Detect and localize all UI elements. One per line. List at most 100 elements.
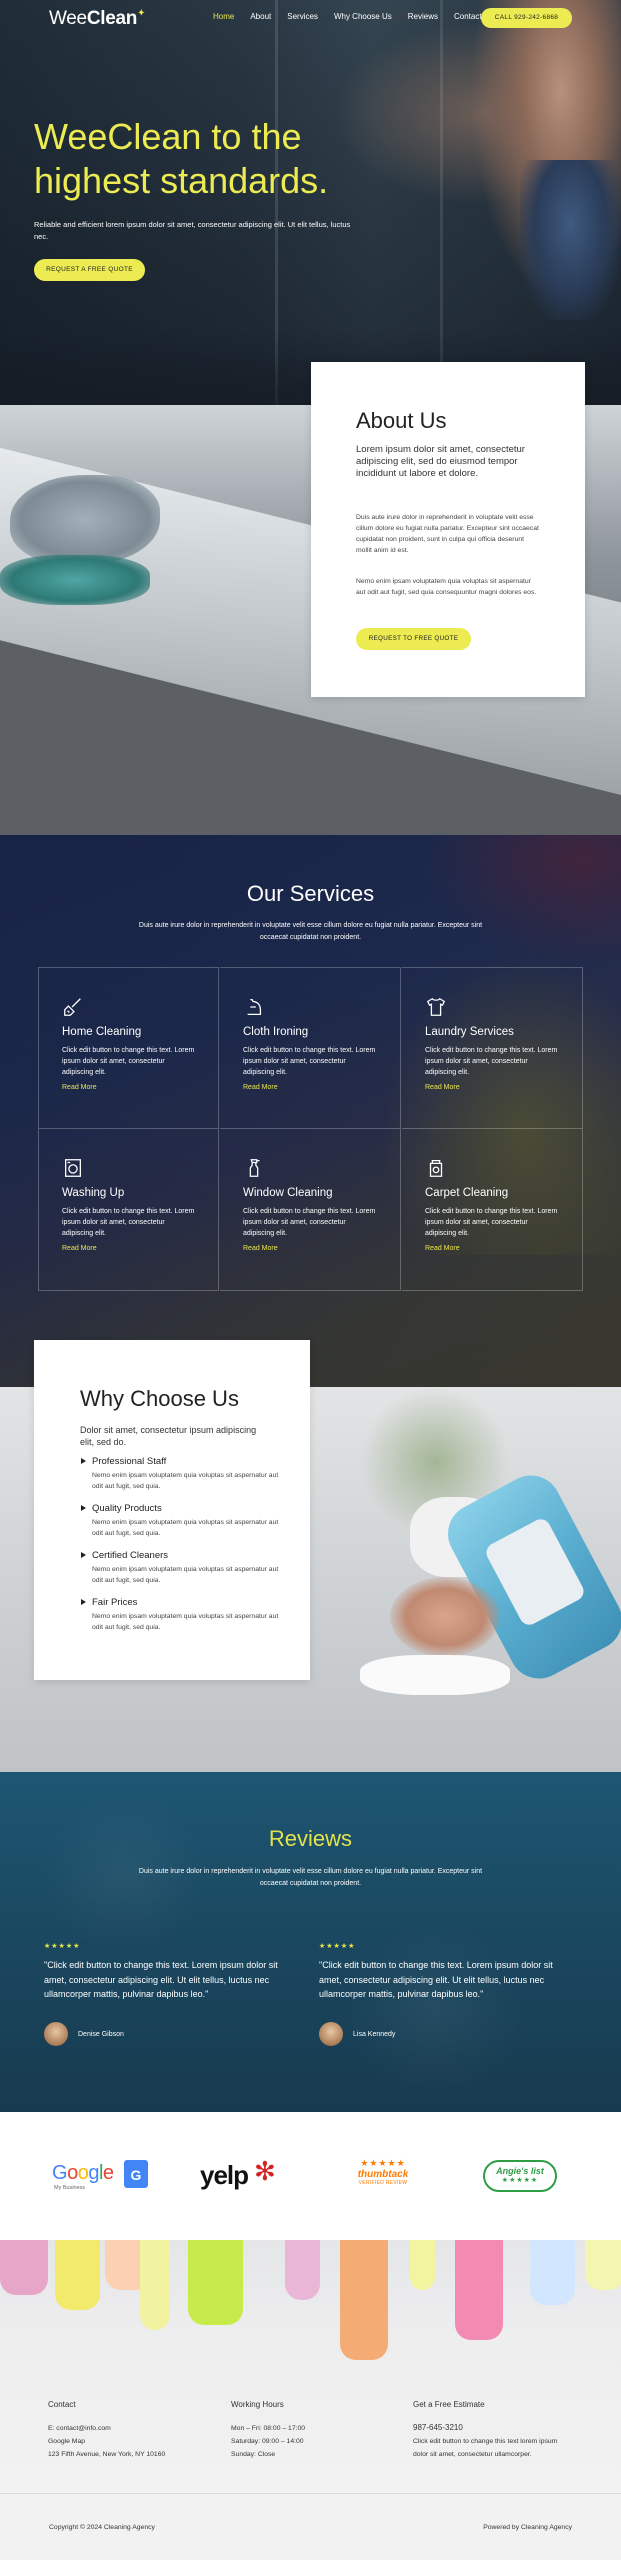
footer-hours-line: Mon – Fri: 08:00 – 17:00 [231,2425,306,2432]
reviewer: Denise Gibson [44,2022,124,2046]
footer-hours-line: Saturday: 09:00 – 14:00 [231,2438,304,2445]
thumbtack-sub: VERIFIED REVIEW [358,2180,408,2186]
services-grid: Home Cleaning Click edit button to chang… [38,967,583,1291]
read-more-link[interactable]: Read More [425,1084,460,1091]
nav-item-services[interactable]: Services [287,12,318,21]
nav-item-home[interactable]: Home [213,12,234,21]
google-my-business-logo[interactable]: Google My Business G [52,2160,152,2194]
service-desc: Click edit button to change this text. L… [425,1047,558,1076]
footer-hours-title: Working Hours [231,2400,284,2409]
nav-item-contact[interactable]: Contact [454,12,482,21]
why-item-title: Fair Prices [80,1597,280,1608]
iron-icon [247,999,262,1015]
glove-image [10,475,160,565]
reviews-section: Reviews Duis aute irure dolor in reprehe… [0,1772,621,2112]
review-quote: "Click edit button to change this text. … [44,1960,278,1999]
why-item-desc: Nemo enim ipsam voluptatem quia voluptas… [92,1566,279,1584]
bottle-decoration [340,2240,388,2360]
footer-contact-title: Contact [48,2400,76,2409]
service-desc: Click edit button to change this text. L… [243,1047,376,1076]
bottle-decoration [410,2240,435,2290]
why-card: Why Choose Us Dolor sit amet, consectetu… [34,1340,310,1680]
bottle-decoration [585,2240,621,2290]
top-nav: WeeClean✦ Home About Services Why Choose… [0,0,621,38]
main-menu: Home About Services Why Choose Us Review… [213,12,498,21]
service-card: Carpet Cleaning Click edit button to cha… [402,1129,583,1291]
angies-list-logo[interactable]: Angie's list ★★★★★ [483,2160,557,2192]
read-more-link[interactable]: Read More [62,1245,97,1252]
cloth-image [0,555,150,605]
cloth-image [360,1655,510,1695]
copyright-bar: Copyright © 2024 Cleaning Agency Powered… [0,2493,621,2560]
hero-title: WeeClean to the highest standards. [34,116,329,201]
why-item-title: Quality Products [80,1503,280,1514]
google-business-icon: G [124,2160,148,2188]
about-lead: Lorem ipsum dolor sit amet, consectetur … [356,444,525,479]
review-card: ★★★★★ "Click edit button to change this … [319,1942,569,2046]
why-item-desc: Nemo enim ipsam voluptatem quia voluptas… [92,1472,279,1490]
angies-stars-icon: ★★★★★ [501,2177,539,2184]
powered-by-text: Powered by Cleaning Agency [483,2524,572,2531]
why-item-desc: Nemo enim ipsam voluptatem quia voluptas… [92,1613,279,1631]
nav-item-why-choose-us[interactable]: Why Choose Us [334,12,392,21]
bottle-decoration [0,2240,48,2295]
avatar [44,2022,68,2046]
yelp-burst-icon: ✻ [254,2156,276,2186]
star-rating-icon: ★★★★★ [319,1943,356,1950]
why-item: Professional Staff Nemo enim ipsam volup… [80,1456,280,1492]
star-rating-icon: ★★★★★ [44,1943,81,1950]
copyright-text: Copyright © 2024 Cleaning Agency [49,2524,155,2531]
service-desc: Click edit button to change this text. L… [243,1208,376,1237]
review-platform-logos: Google My Business G yelp ✻ ★★★★★ thumbt… [0,2112,621,2240]
footer-quote-text: Click edit button to change this text lo… [413,2438,558,2458]
why-item-title: Professional Staff [80,1456,280,1467]
hero-subtitle: Reliable and efficient lorem ipsum dolor… [34,220,351,241]
footer-google-map-link[interactable]: Google Map [48,2436,85,2449]
about-quote-button[interactable]: REQUEST TO FREE QUOTE [356,628,471,650]
thumbtack-stars-icon: ★★★★★ [360,2158,406,2168]
footer-phone[interactable]: 987-645-3210 [413,2422,463,2435]
footer-address: 123 Fifth Avenue, New York, NY 10160 [48,2451,166,2458]
logo-bold-text: Clean [86,8,138,29]
site-logo[interactable]: WeeClean✦ [49,8,145,30]
bottle-decoration [188,2240,243,2325]
service-card: Window Cleaning Click edit button to cha… [220,1129,401,1291]
footer-hours-line: Sunday: Close [231,2451,276,2458]
review-card: ★★★★★ "Click edit button to change this … [44,1942,294,2046]
yelp-logo[interactable]: yelp ✻ [200,2154,290,2194]
bottle-decoration [285,2240,320,2300]
service-card: Laundry Services Click edit button to ch… [402,967,583,1129]
reviews-title: Reviews [268,1826,353,1851]
google-logo-text: Google [52,2162,114,2184]
spray-bottle-icon [249,1159,260,1177]
nav-item-about[interactable]: About [250,12,271,21]
read-more-link[interactable]: Read More [425,1245,460,1252]
bottle-decoration [530,2240,575,2305]
vacuum-icon [429,1160,443,1177]
logo-light-text: Wee [49,8,87,29]
read-more-link[interactable]: Read More [243,1084,278,1091]
service-desc: Click edit button to change this text. L… [62,1208,195,1237]
about-card: About Us Lorem ipsum dolor sit amet, con… [311,362,585,697]
hero-quote-button[interactable]: REQUEST A FREE QUOTE [34,259,145,281]
call-button[interactable]: CALL 929-242-6868 [481,8,572,28]
reviewer-name: Denise Gibson [78,2030,124,2038]
footer-email[interactable]: E: contact@info.com [48,2423,111,2436]
footer-section: Contact E: contact@info.com Google Map 1… [0,2240,621,2493]
read-more-link[interactable]: Read More [62,1084,97,1091]
read-more-link[interactable]: Read More [243,1245,278,1252]
service-title: Window Cleaning [243,1187,333,1199]
angies-logo-text: Angie's list [496,2166,544,2176]
reviewer: Lisa Kennedy [319,2022,395,2046]
why-lead: Dolor sit amet, consectetur ipsum adipis… [80,1425,257,1447]
service-desc: Click edit button to change this text. L… [62,1047,195,1076]
bottle-decoration [55,2240,100,2310]
why-item-title: Certified Cleaners [80,1550,280,1561]
logo-sparkle-icon: ✦ [137,8,146,19]
service-desc: Click edit button to change this text. L… [425,1208,558,1237]
thumbtack-logo[interactable]: ★★★★★ thumbtack VERIFIED REVIEW [348,2158,418,2194]
footer-quote-title: Get a Free Estimate [413,2400,485,2409]
nav-item-reviews[interactable]: Reviews [408,12,438,21]
washing-machine-icon [65,1159,81,1177]
about-title: About Us [356,408,447,433]
